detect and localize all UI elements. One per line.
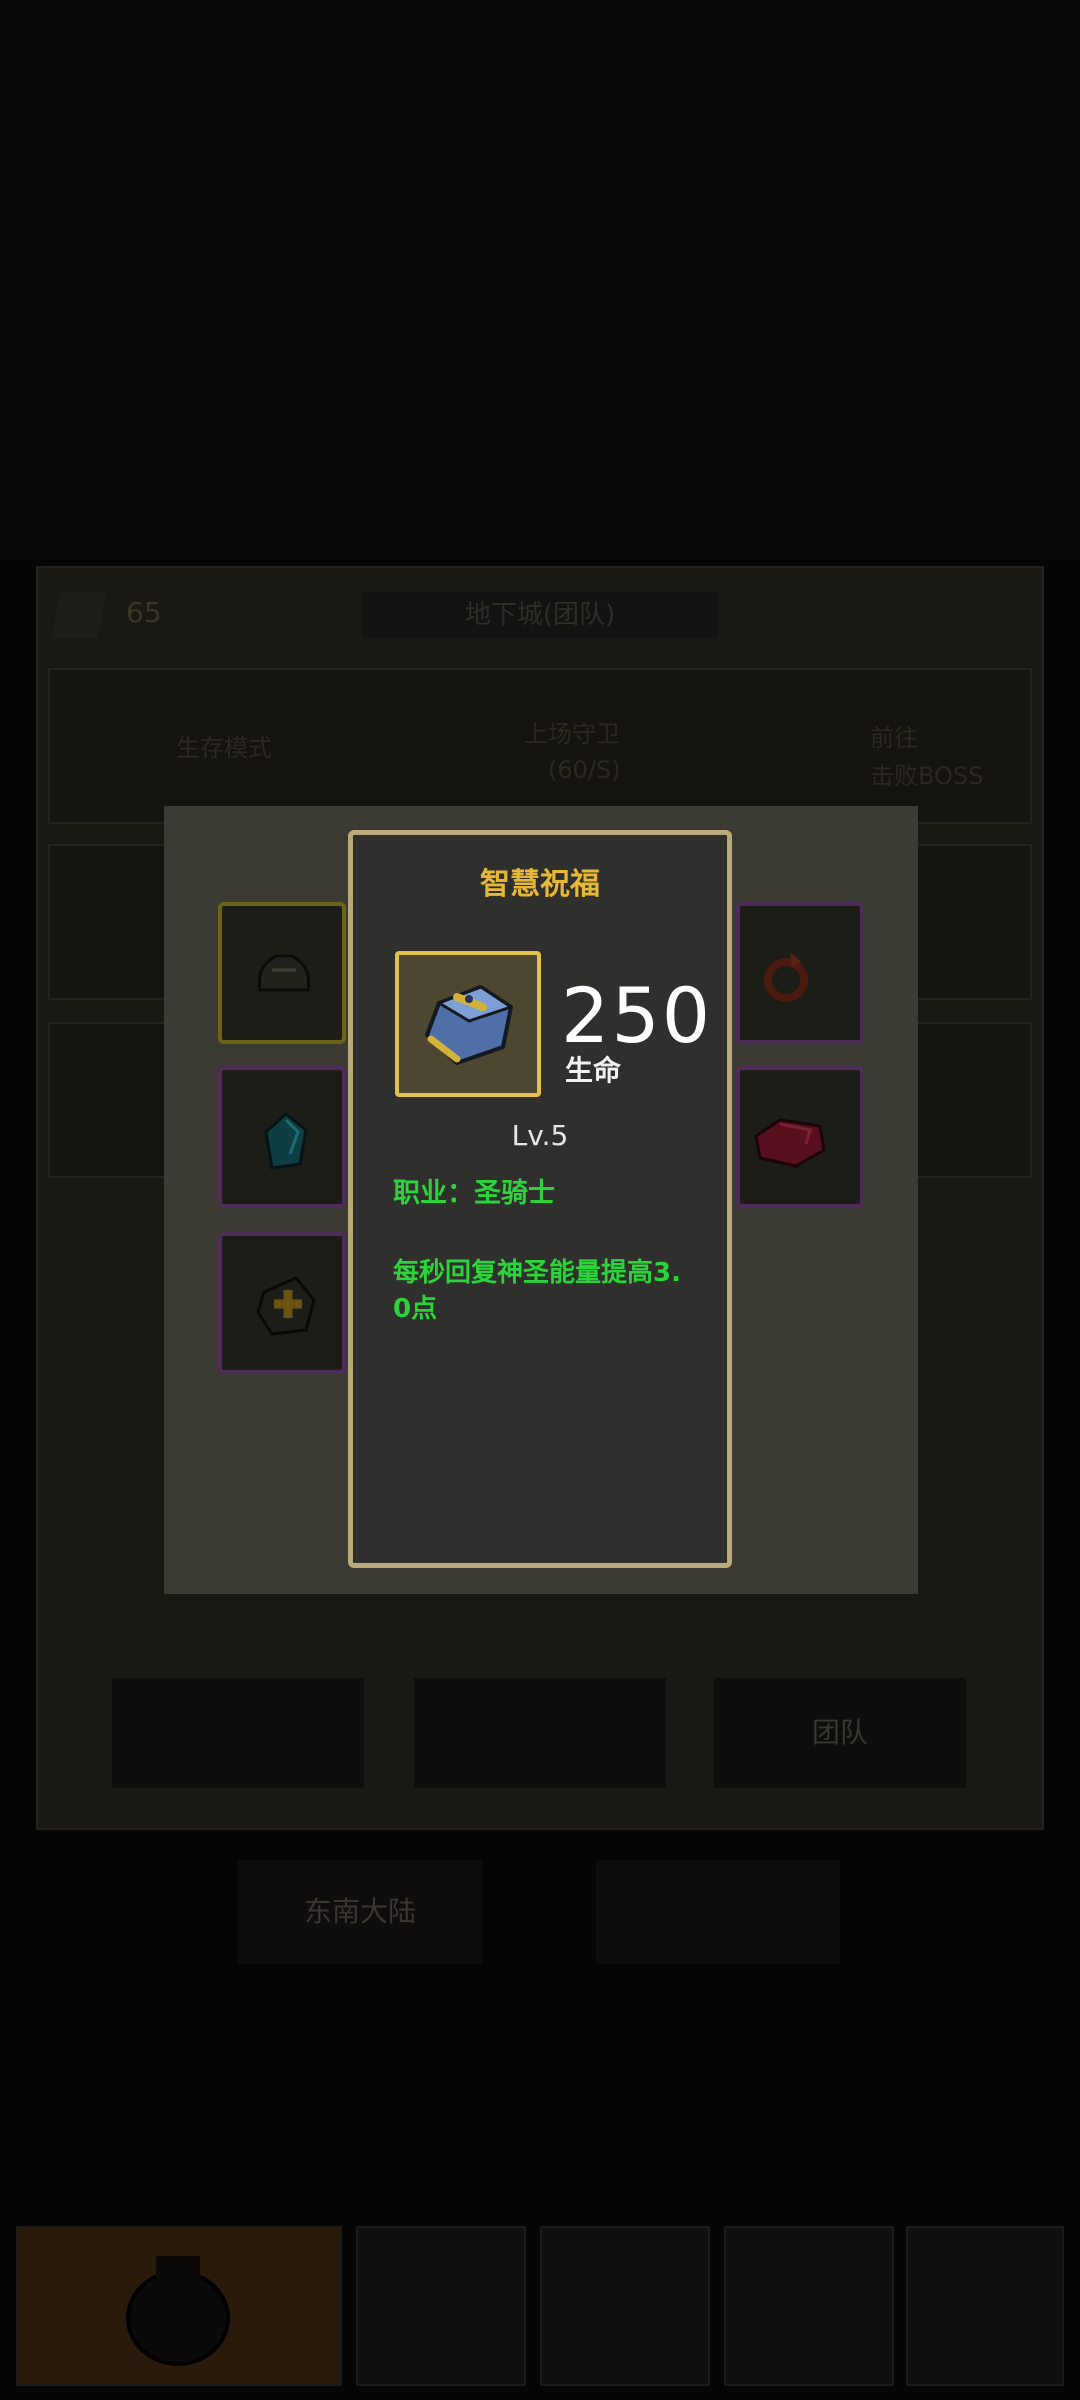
stat-label: 生命 bbox=[565, 1054, 622, 1087]
row-center-label: 上场守卫 bbox=[524, 720, 620, 748]
stat-value: 250 bbox=[561, 971, 713, 1060]
row-go-label: 前往 bbox=[870, 724, 918, 752]
equipment-slot[interactable] bbox=[218, 902, 346, 1044]
team-button[interactable]: 团队 bbox=[714, 1678, 966, 1788]
card-stack-icon bbox=[51, 592, 107, 638]
red-ring-icon bbox=[764, 952, 808, 1002]
dungeon-row[interactable]: 生存模式 上场守卫 (60/S) 前往 击败BOSS bbox=[48, 668, 1032, 824]
nav-tab-castle[interactable] bbox=[906, 2226, 1064, 2386]
region-button[interactable]: 东南大陆 bbox=[238, 1860, 482, 1964]
dark-armor-icon bbox=[257, 954, 311, 992]
item-effect-description: 每秒回复神圣能量提高3.0点 bbox=[393, 1258, 681, 1324]
row-center-sub: (60/S) bbox=[548, 756, 621, 784]
gold-cross-gem-icon bbox=[256, 1276, 316, 1336]
region-button-2[interactable] bbox=[596, 1860, 840, 1964]
region-button-label: 东南大陆 bbox=[303, 1895, 416, 1928]
class-requirement: 职业：圣骑士 bbox=[393, 1178, 555, 1209]
dungeon-title: 地下城(团队) bbox=[362, 592, 718, 638]
nav-tab-weapon[interactable] bbox=[724, 2226, 894, 2386]
equipment-slot[interactable] bbox=[736, 902, 864, 1044]
equipment-slot[interactable] bbox=[218, 1066, 346, 1208]
red-ruby-icon bbox=[754, 1118, 826, 1168]
item-icon-frame bbox=[395, 951, 541, 1097]
background-top-area bbox=[0, 0, 1080, 560]
row-go-sub: 击败BOSS bbox=[870, 762, 984, 790]
teal-gem-icon bbox=[264, 1112, 308, 1170]
team-button-label: 团队 bbox=[811, 1716, 868, 1749]
nav-tab-heal[interactable] bbox=[540, 2226, 710, 2386]
nav-tab-armor[interactable] bbox=[356, 2226, 526, 2386]
equipment-slot[interactable] bbox=[736, 1066, 864, 1208]
nav-tab-bag[interactable] bbox=[16, 2226, 342, 2386]
item-detail-popup[interactable]: 智慧祝福 250 生命 Lv.5 职业：圣骑士 每秒回复神圣能量提高3.0点 bbox=[348, 830, 732, 1568]
bottom-button-1[interactable] bbox=[112, 1678, 364, 1788]
bottom-button-2[interactable] bbox=[414, 1678, 666, 1788]
equipment-slot[interactable] bbox=[218, 1232, 346, 1374]
item-title: 智慧祝福 bbox=[480, 867, 600, 902]
card-counter: 65 bbox=[126, 596, 162, 629]
item-level: Lv.5 bbox=[511, 1119, 569, 1152]
row-mode-label: 生存模式 bbox=[176, 734, 272, 762]
blue-gem-icon bbox=[425, 985, 513, 1065]
bag-icon bbox=[126, 2256, 230, 2366]
